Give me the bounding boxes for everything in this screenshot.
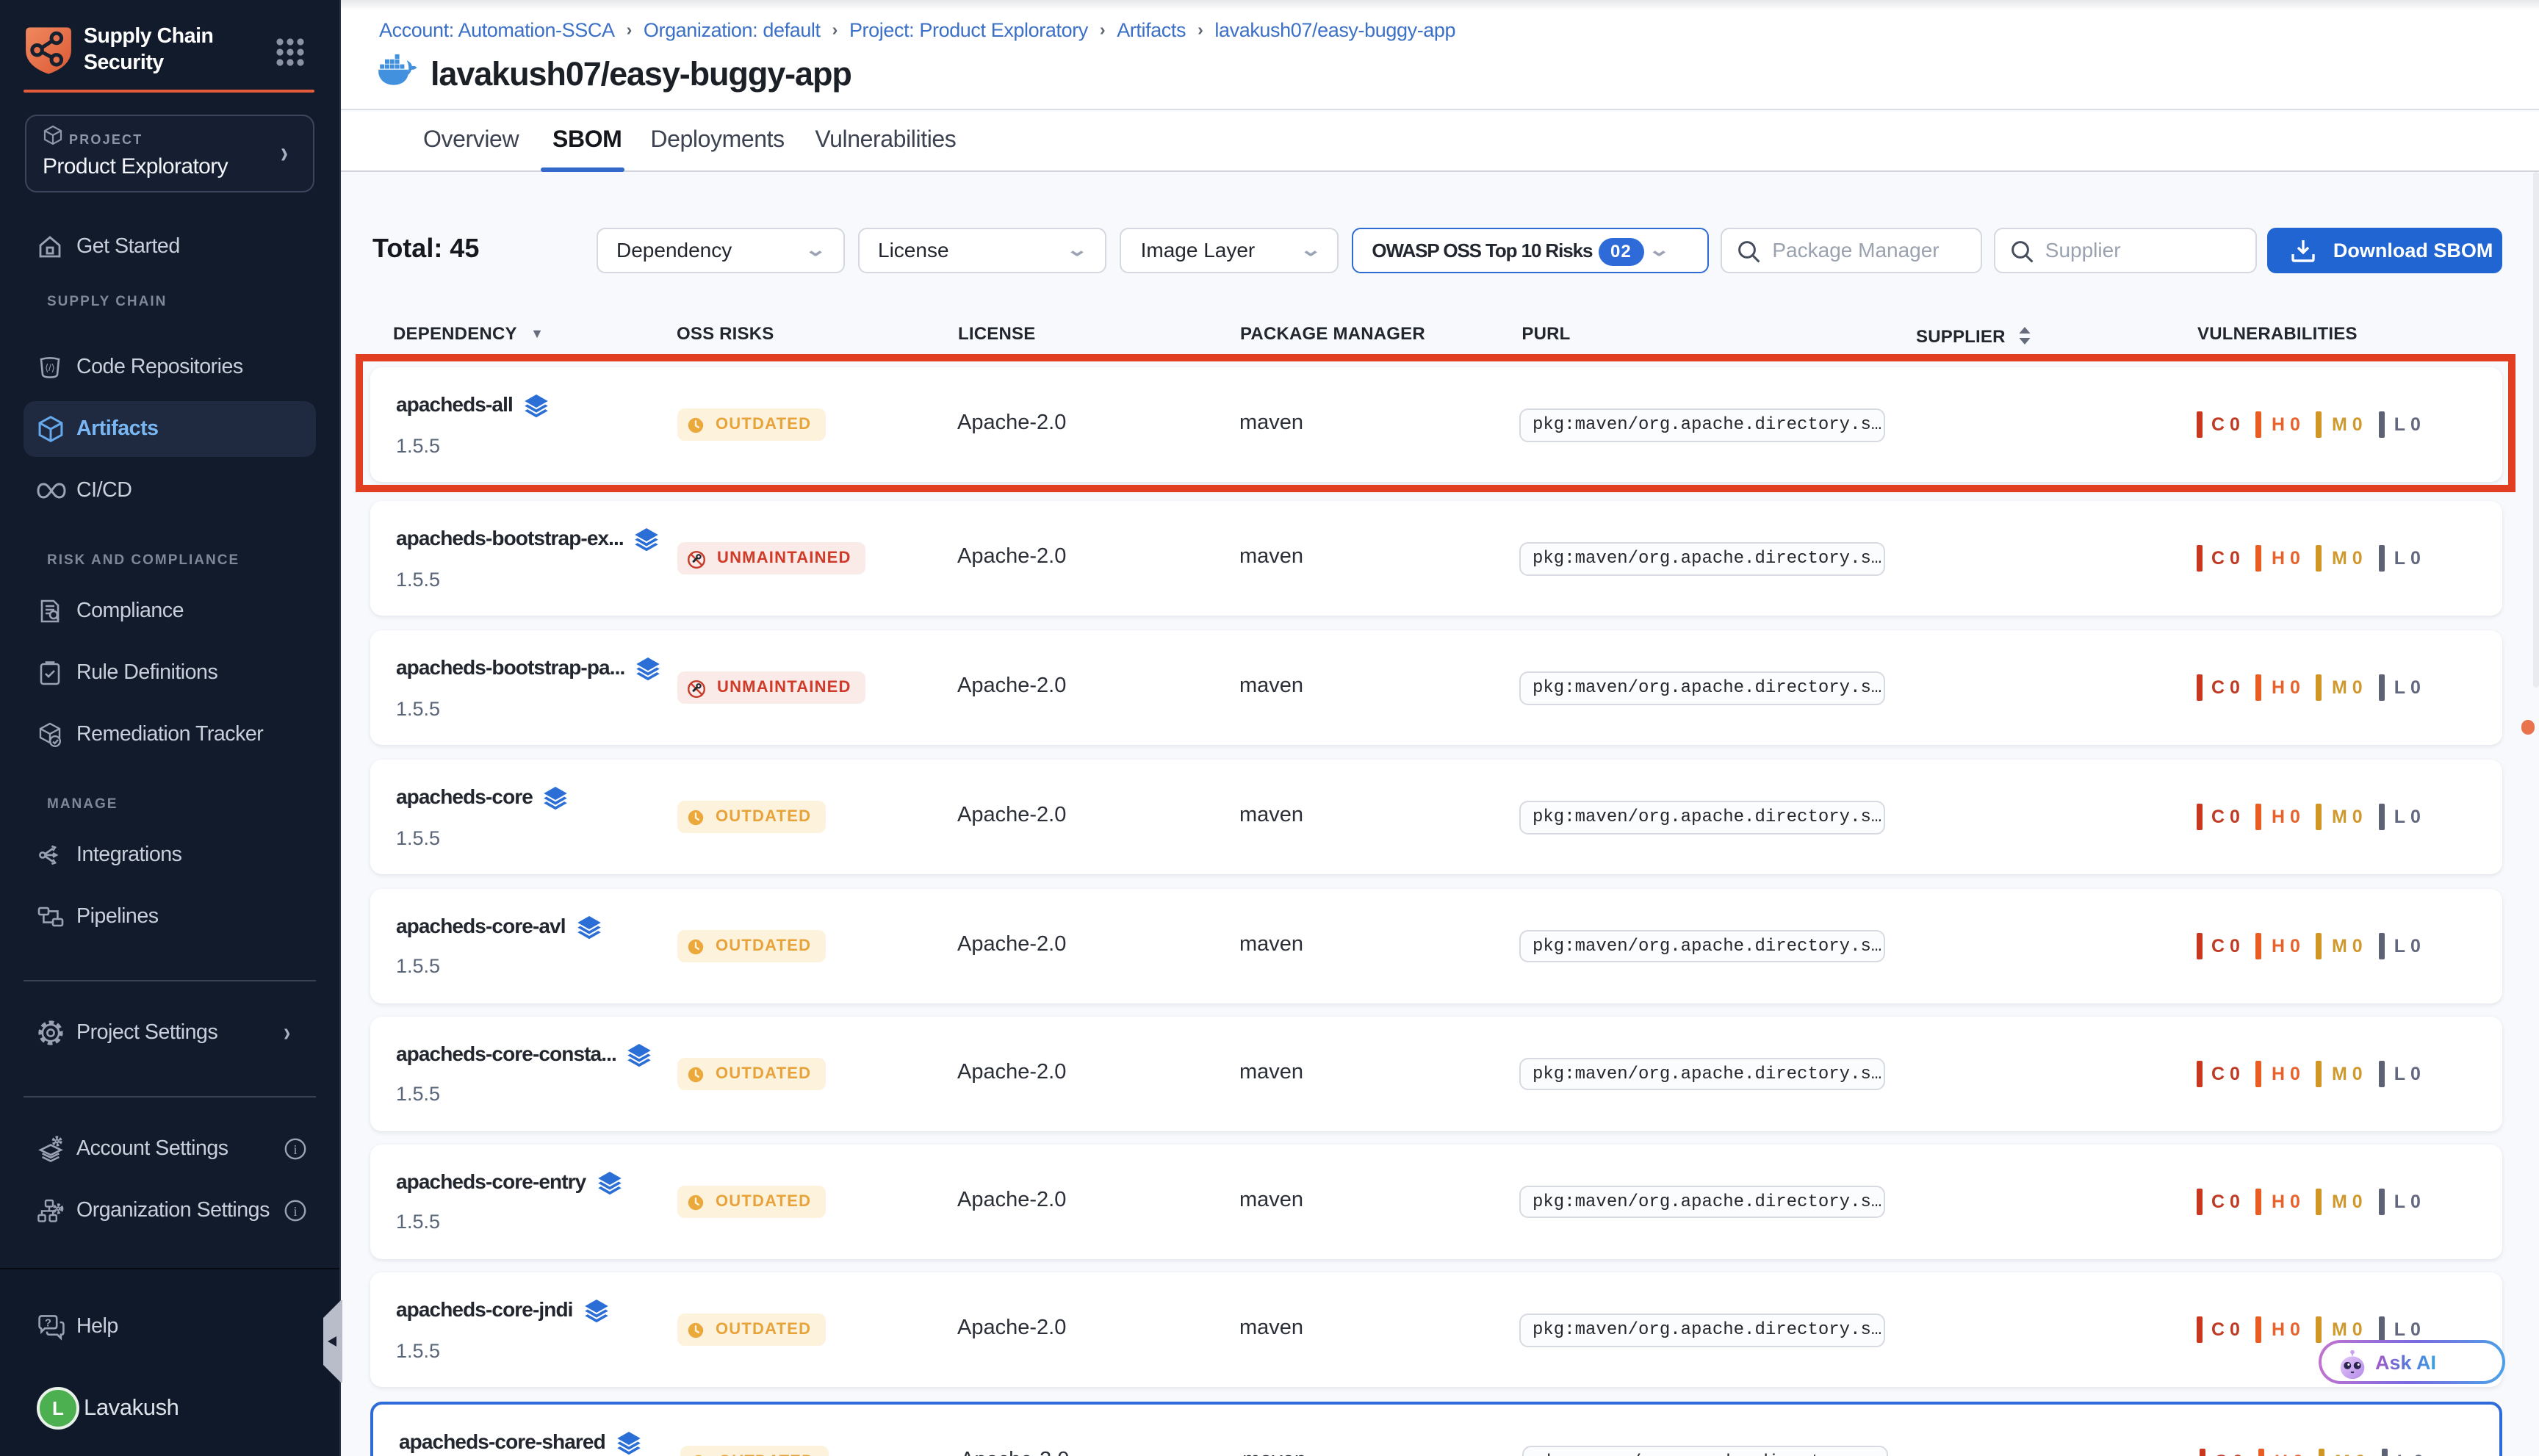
svg-text:?: ? — [45, 1317, 51, 1330]
svg-text:i: i — [293, 1142, 297, 1157]
svg-text:⟨/⟩: ⟨/⟩ — [45, 362, 55, 373]
svg-text:i: i — [293, 1204, 297, 1219]
